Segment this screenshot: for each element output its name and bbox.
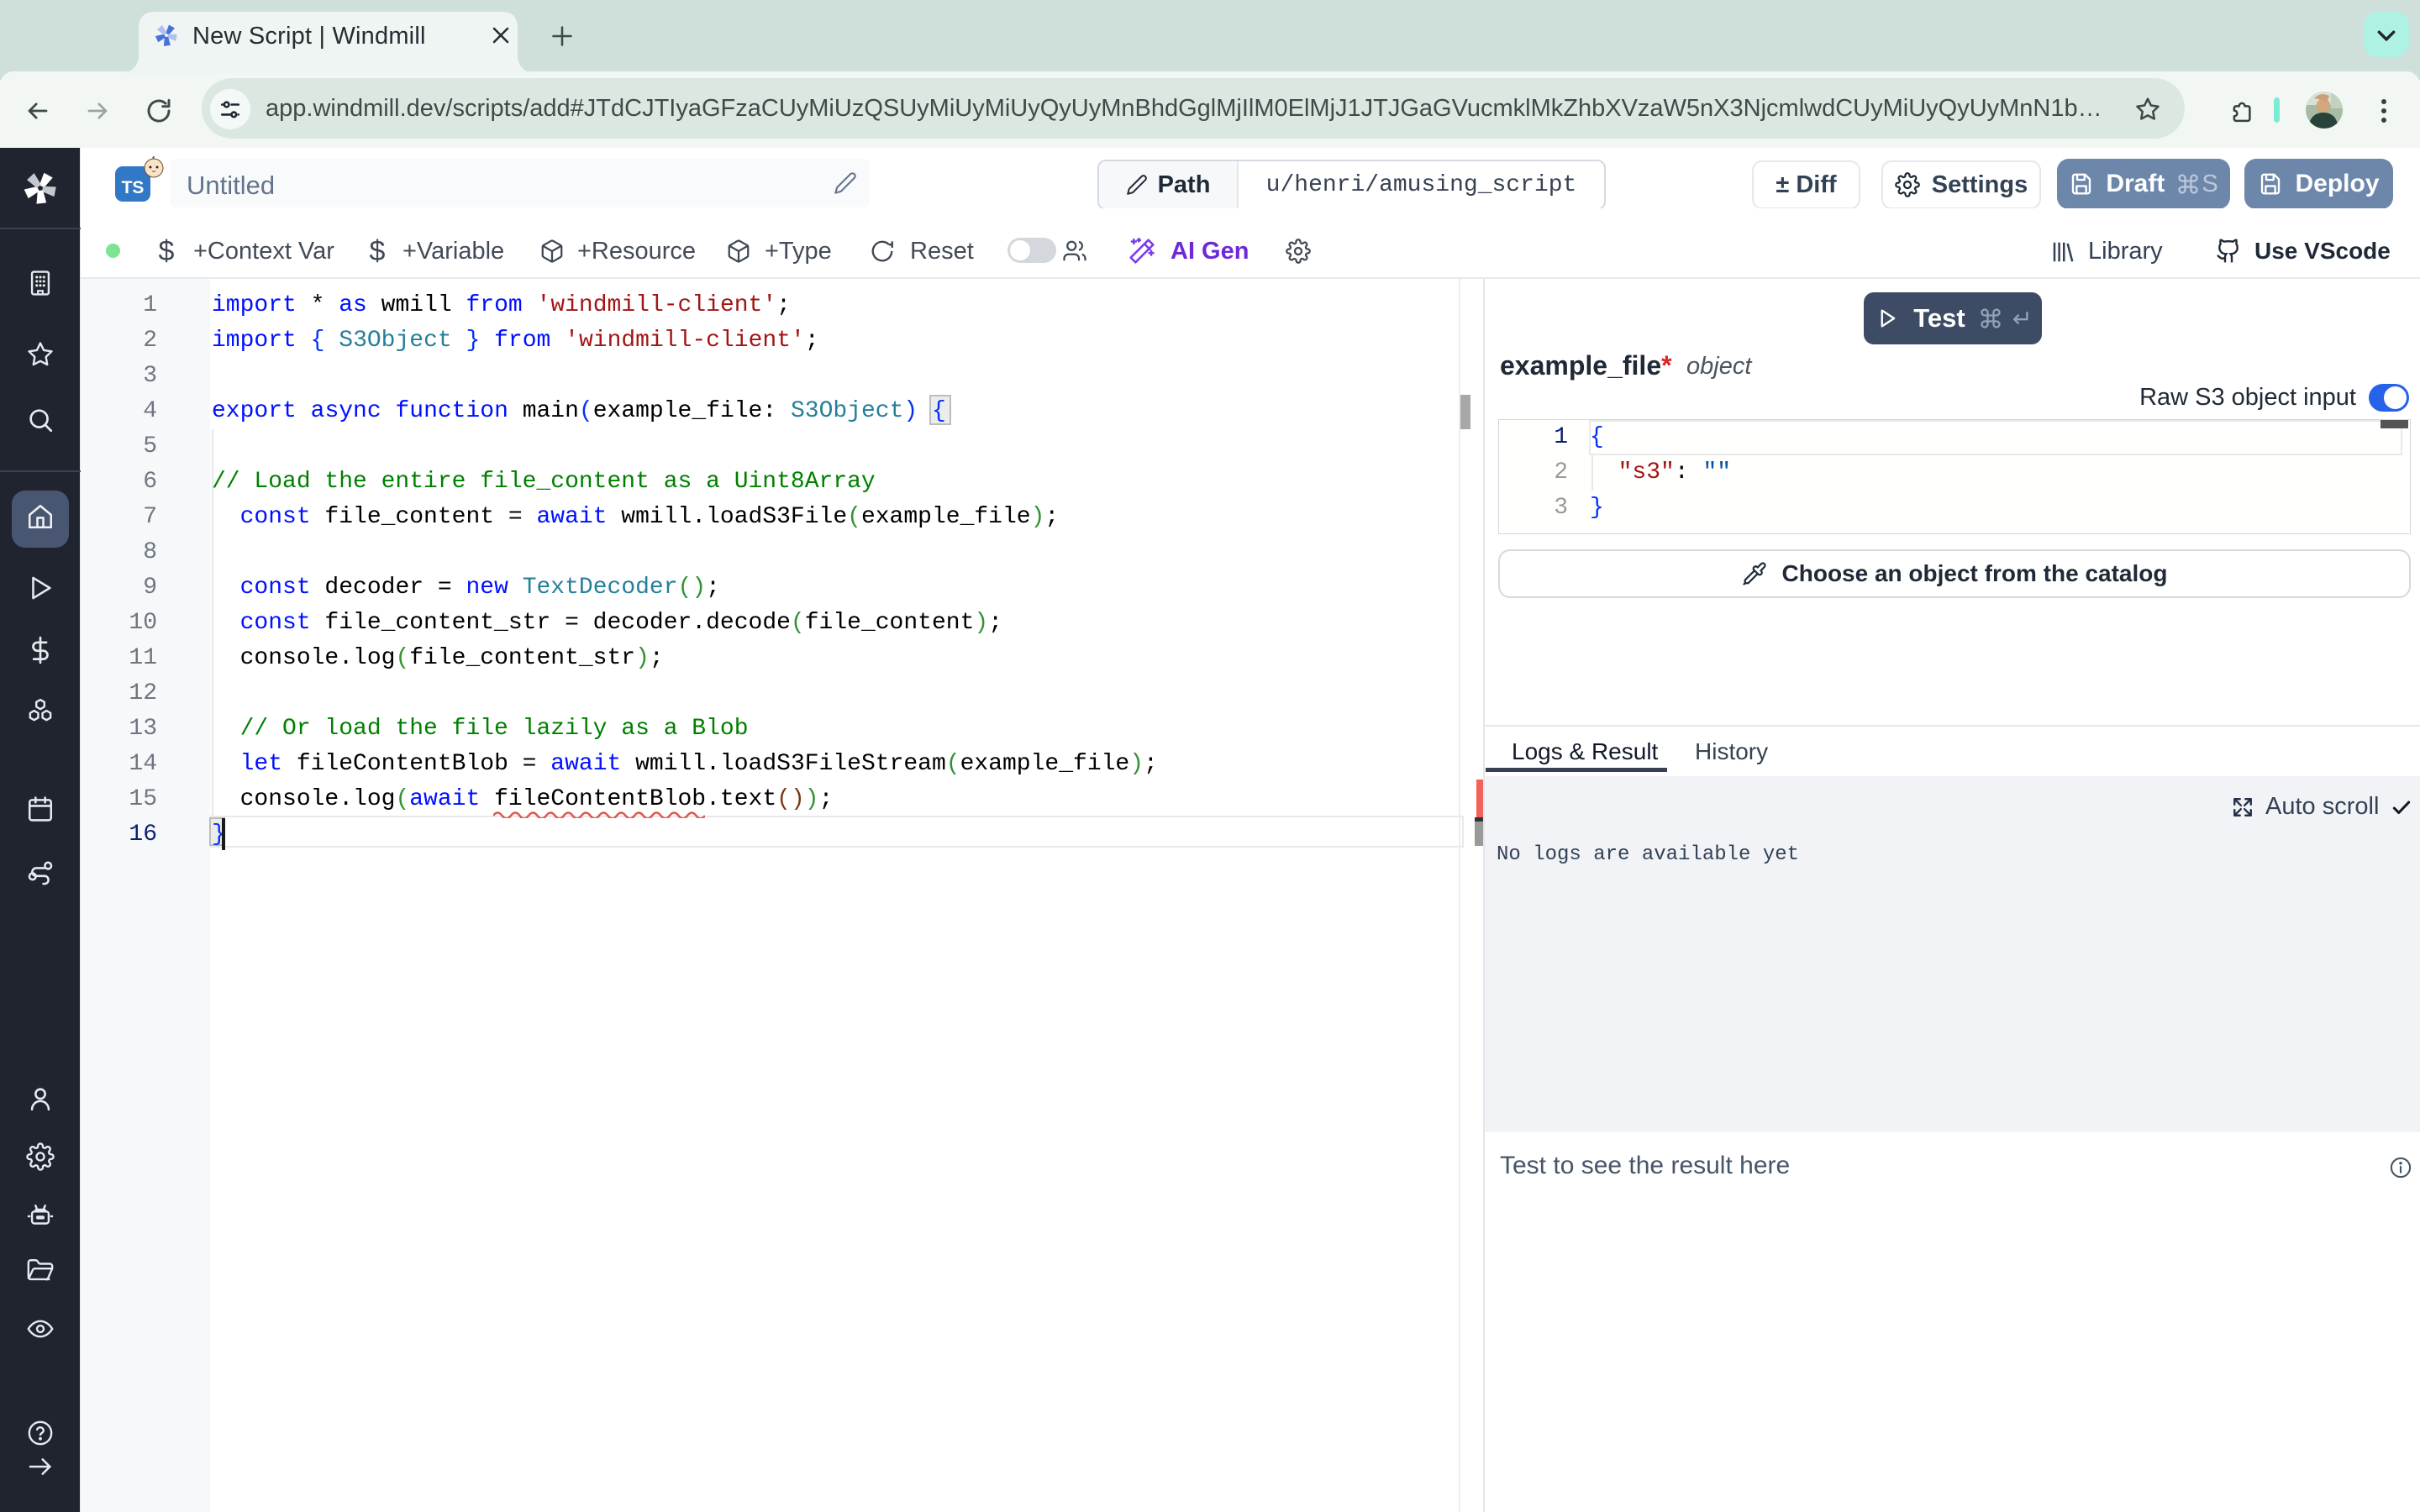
svg-text:$: $ bbox=[370, 237, 386, 265]
svg-text:$: $ bbox=[159, 237, 175, 265]
